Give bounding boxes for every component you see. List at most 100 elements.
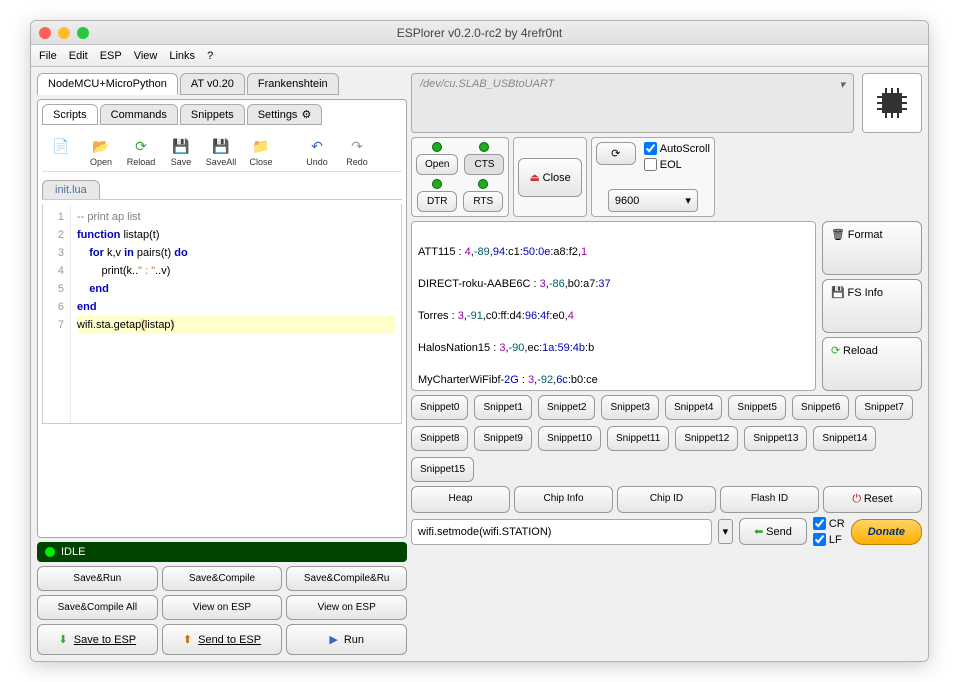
code-area[interactable]: -- print ap listfunction listap(t) for k… — [71, 204, 401, 423]
tab-at[interactable]: AT v0.20 — [180, 73, 245, 95]
open-port-button[interactable]: Open — [416, 154, 458, 175]
snippet-13[interactable]: Snippet13 — [744, 426, 807, 451]
flash-id-button[interactable]: Flash ID — [720, 486, 819, 513]
save-run-button[interactable]: Save&Run — [37, 566, 158, 591]
menu-file[interactable]: File — [39, 50, 57, 62]
tab-nodemcu[interactable]: NodeMCU+MicroPython — [37, 73, 178, 95]
view-on-esp-2-button[interactable]: View on ESP — [286, 595, 407, 620]
undo-button[interactable]: ↶Undo — [300, 137, 334, 167]
baud-select[interactable]: 9600▾ — [608, 189, 698, 212]
editor-toolbar: 📄 📂Open ⟳Reload 💾Save 💾SaveAll 📁Close ↶U… — [42, 133, 402, 172]
status-bar: IDLE — [37, 542, 407, 562]
code-editor[interactable]: 1234567 -- print ap listfunction listap(… — [42, 204, 402, 424]
dropdown-icon[interactable]: ▾ — [718, 519, 734, 544]
open-button[interactable]: 📂Open — [84, 137, 118, 167]
run-button[interactable]: ▶Run — [286, 624, 407, 655]
folder-icon: 📁 — [252, 137, 270, 155]
eol-checkbox[interactable]: EOL — [644, 158, 710, 171]
send-button[interactable]: ⬅ Send — [739, 518, 807, 545]
reload-icon: ⟳ — [132, 137, 150, 155]
snippet-8[interactable]: Snippet8 — [411, 426, 468, 451]
command-input[interactable] — [411, 519, 712, 545]
refresh-button[interactable]: ⟳ — [596, 142, 636, 165]
save-to-esp-button[interactable]: ⬇Save to ESP — [37, 624, 158, 655]
dtr-button[interactable]: DTR — [417, 191, 457, 212]
menu-view[interactable]: View — [134, 50, 158, 62]
snippet-14[interactable]: Snippet14 — [813, 426, 876, 451]
tab-snippets[interactable]: Snippets — [180, 104, 245, 125]
redo-button[interactable]: ↷Redo — [340, 137, 374, 167]
lf-checkbox[interactable]: LF — [813, 533, 845, 546]
upload-icon: ⬆ — [183, 633, 192, 646]
snippet-2[interactable]: Snippet2 — [538, 395, 595, 420]
reset-button[interactable]: ⏻ Reset — [823, 486, 922, 513]
file-icon: 📄 — [52, 137, 70, 155]
gear-icon: ⚙ — [301, 108, 311, 121]
snippet-4[interactable]: Snippet4 — [665, 395, 722, 420]
chip-id-button[interactable]: Chip ID — [617, 486, 716, 513]
terminal-output[interactable]: ATT115 : 4,-89,94:c1:50:0e:a8:f2,1 DIREC… — [411, 221, 816, 391]
port-select[interactable]: /dev/cu.SLAB_USBtoUART▾ — [411, 73, 854, 133]
file-tab[interactable]: init.lua — [42, 180, 100, 199]
snippet-7[interactable]: Snippet7 — [855, 395, 912, 420]
reload-button[interactable]: ⟳Reload — [124, 137, 158, 167]
cts-led-icon — [479, 142, 489, 152]
snippet-0[interactable]: Snippet0 — [411, 395, 468, 420]
menu-esp[interactable]: ESP — [100, 50, 122, 62]
save-icon: 💾 — [172, 137, 190, 155]
undo-icon: ↶ — [308, 137, 326, 155]
menubar: File Edit ESP View Links ? — [31, 45, 928, 67]
donate-button[interactable]: Donate — [851, 519, 922, 545]
chip-info-button[interactable]: Chip Info — [514, 486, 613, 513]
app-window: ESPlorer v0.2.0-rc2 by 4refr0nt File Edi… — [30, 20, 929, 662]
power-icon: ⏻ — [852, 493, 861, 505]
folder-open-icon: 📂 — [92, 137, 110, 155]
status-led-icon — [45, 547, 55, 557]
close-button[interactable]: 📁Close — [244, 137, 278, 167]
snippet-1[interactable]: Snippet1 — [474, 395, 531, 420]
save-compile-button[interactable]: Save&Compile — [162, 566, 283, 591]
tab-commands[interactable]: Commands — [100, 104, 178, 125]
save-button[interactable]: 💾Save — [164, 137, 198, 167]
autoscroll-checkbox[interactable]: AutoScroll — [644, 142, 710, 155]
gutter: 1234567 — [43, 204, 71, 423]
close-port-button[interactable]: ⏏ Close — [518, 158, 581, 197]
view-on-esp-button[interactable]: View on ESP — [162, 595, 283, 620]
saveall-button[interactable]: 💾SaveAll — [204, 137, 238, 167]
snippet-9[interactable]: Snippet9 — [474, 426, 531, 451]
tab-settings[interactable]: Settings⚙ — [247, 104, 323, 125]
arrow-left-icon: ⬅ — [754, 526, 763, 538]
reload-icon: ⟳ — [831, 345, 840, 357]
snippet-6[interactable]: Snippet6 — [792, 395, 849, 420]
snippet-5[interactable]: Snippet5 — [728, 395, 785, 420]
heap-button[interactable]: Heap — [411, 486, 510, 513]
tab-scripts[interactable]: Scripts — [42, 104, 98, 125]
rts-button[interactable]: RTS — [463, 191, 503, 212]
tab-frank[interactable]: Frankenshtein — [247, 73, 339, 95]
snippet-15[interactable]: Snippet15 — [411, 457, 474, 482]
snippet-11[interactable]: Snippet11 — [607, 426, 669, 451]
window-title: ESPlorer v0.2.0-rc2 by 4refr0nt — [31, 26, 928, 40]
menu-help[interactable]: ? — [207, 50, 213, 62]
snippet-10[interactable]: Snippet10 — [538, 426, 601, 451]
fsinfo-button[interactable]: 💾 FS Info — [822, 279, 922, 333]
status-text: IDLE — [61, 546, 85, 558]
refresh-icon: ⟳ — [611, 148, 620, 160]
save-compile-run-button[interactable]: Save&Compile&Ru — [286, 566, 407, 591]
left-tabs: Scripts Commands Snippets Settings⚙ — [42, 104, 402, 125]
rts-led-icon — [478, 179, 488, 189]
menu-edit[interactable]: Edit — [69, 50, 88, 62]
save-compile-all-button[interactable]: Save&Compile All — [37, 595, 158, 620]
snippet-3[interactable]: Snippet3 — [601, 395, 658, 420]
new-button[interactable]: 📄 — [44, 137, 78, 167]
reload-fs-button[interactable]: ⟳ Reload — [822, 337, 922, 391]
cts-button[interactable]: CTS — [464, 154, 504, 175]
send-to-esp-button[interactable]: ⬆Send to ESP — [162, 624, 283, 655]
open-led-icon — [432, 142, 442, 152]
menu-links[interactable]: Links — [169, 50, 195, 62]
format-button[interactable]: 🗑 Format — [822, 221, 922, 275]
cr-checkbox[interactable]: CR — [813, 517, 845, 530]
snippet-grid: Snippet0 Snippet1 Snippet2 Snippet3 Snip… — [411, 395, 922, 482]
snippet-12[interactable]: Snippet12 — [675, 426, 738, 451]
chip-icon — [862, 73, 922, 133]
